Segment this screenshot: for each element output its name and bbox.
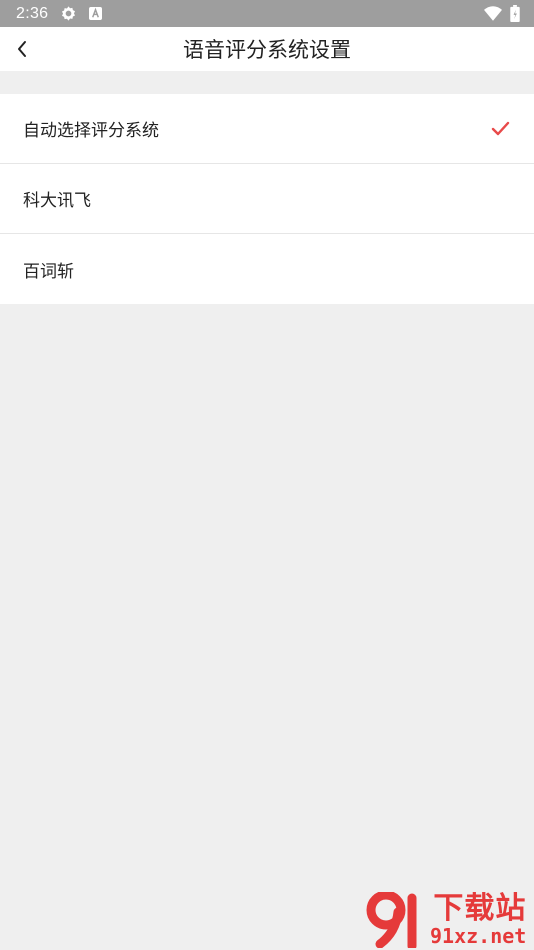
keyboard-a-icon: [89, 7, 103, 20]
option-label: 科大讯飞: [23, 191, 91, 211]
wifi-icon: [484, 6, 502, 21]
page-title: 语音评分系统设置: [183, 38, 351, 62]
option-label: 百词斩: [23, 261, 74, 282]
watermark: 下载站 91xz.net: [364, 892, 532, 948]
section-gap: [0, 71, 534, 94]
battery-icon: [510, 5, 520, 22]
option-iflytek[interactable]: 科大讯飞: [0, 164, 534, 234]
settings-gear-icon: [60, 5, 77, 22]
status-time: 2:36: [16, 4, 49, 22]
option-auto-select[interactable]: 自动选择评分系统: [0, 94, 534, 164]
scoring-system-list: 自动选择评分系统 科大讯飞 百词斩: [0, 94, 534, 304]
option-label: 自动选择评分系统: [23, 121, 159, 141]
watermark-brand-cn: 下载站: [433, 891, 527, 926]
status-left: 2:36: [16, 4, 103, 23]
status-bar: 2:36: [0, 0, 534, 27]
option-baicizhan[interactable]: 百词斩: [0, 234, 534, 304]
watermark-logo-icon: [366, 892, 417, 948]
status-right: [484, 5, 520, 22]
top-bar: 语音评分系统设置: [0, 27, 534, 71]
watermark-text: 下载站 91xz.net: [430, 891, 527, 949]
back-button[interactable]: [8, 29, 36, 69]
watermark-brand-en: 91xz.net: [430, 924, 527, 948]
checkmark-icon: [491, 121, 510, 136]
chevron-left-icon: [18, 41, 26, 57]
